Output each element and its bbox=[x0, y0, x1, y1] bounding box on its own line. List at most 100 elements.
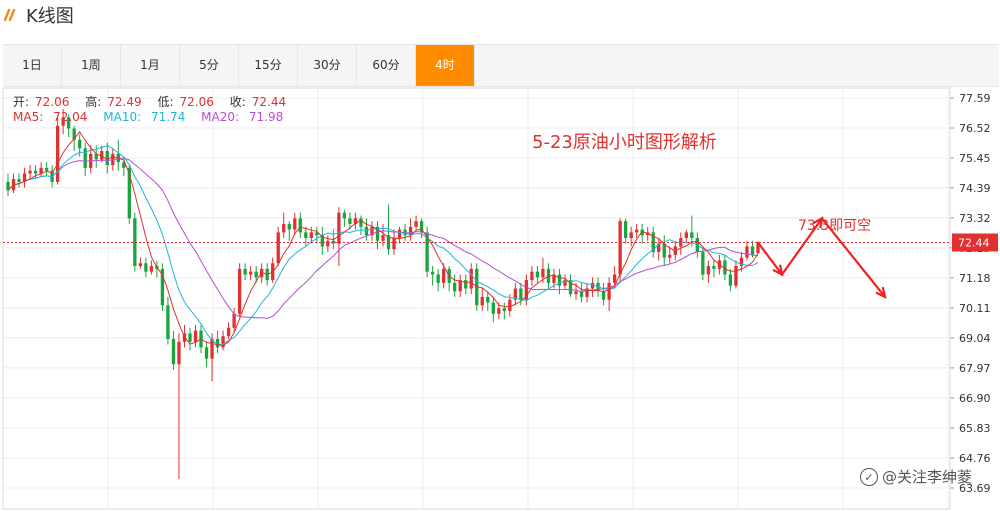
candle-body bbox=[193, 330, 198, 342]
y-tick-label: 74.39 bbox=[959, 182, 991, 195]
candle-body bbox=[188, 333, 192, 342]
candle-body bbox=[480, 296, 484, 306]
ma10-label: MA10: bbox=[103, 110, 142, 124]
candle-body bbox=[690, 232, 694, 239]
tab-5min[interactable]: 5分 bbox=[180, 45, 239, 86]
candle-body bbox=[55, 125, 60, 182]
candle-body bbox=[436, 274, 440, 283]
current-price-label: 72.44 bbox=[958, 236, 990, 249]
ma5-value: 72.04 bbox=[53, 110, 88, 124]
y-tick-label: 69.04 bbox=[959, 332, 991, 345]
candle-body bbox=[276, 232, 280, 264]
y-tick-label: 75.45 bbox=[959, 152, 991, 165]
ohlc-readout: 开: 72.06 高: 72.49 低: 72.06 收: 72.44 bbox=[13, 93, 298, 110]
y-tick-label: 73.32 bbox=[959, 212, 991, 225]
candle-body bbox=[326, 240, 330, 247]
candle-body bbox=[486, 296, 490, 303]
candle-body bbox=[728, 274, 733, 286]
candle-body bbox=[210, 339, 214, 359]
candle-body bbox=[309, 232, 313, 239]
tab-60min[interactable]: 60分 bbox=[357, 45, 416, 86]
ma5-label: MA5: bbox=[13, 110, 44, 124]
candle-body bbox=[282, 223, 286, 233]
candle-body bbox=[166, 305, 170, 340]
candle-body bbox=[364, 226, 369, 236]
watermark-text: @关注李绅菱 bbox=[882, 468, 973, 486]
candle-body bbox=[590, 282, 595, 289]
candle-body bbox=[138, 263, 143, 267]
candle-body bbox=[381, 235, 385, 241]
candle-body bbox=[541, 268, 545, 278]
high-value: 72.49 bbox=[107, 95, 142, 109]
candle-body bbox=[706, 266, 711, 275]
candle-body bbox=[392, 238, 396, 250]
candle-body bbox=[430, 271, 435, 275]
candle-body bbox=[601, 291, 606, 300]
y-tick-label: 64.76 bbox=[959, 452, 991, 465]
candle-body bbox=[750, 246, 755, 255]
kline-chart[interactable]: 77.5976.5275.4574.3973.3272.2571.1870.11… bbox=[0, 86, 1000, 511]
candle-body bbox=[342, 212, 347, 219]
candle-body bbox=[668, 254, 672, 258]
app-header: K线图 bbox=[0, 0, 1000, 30]
candle-body bbox=[607, 282, 611, 300]
candle-body bbox=[635, 229, 639, 233]
candle-body bbox=[508, 299, 512, 311]
y-tick-label: 67.97 bbox=[959, 362, 991, 375]
y-tick-label: 66.90 bbox=[959, 392, 991, 405]
tab-4hour[interactable]: 4时 bbox=[416, 45, 475, 86]
close-label: 收: bbox=[229, 95, 246, 109]
candle-body bbox=[397, 229, 402, 239]
candle-body bbox=[105, 151, 109, 166]
low-label: 低: bbox=[157, 95, 174, 109]
candle-body bbox=[204, 347, 209, 359]
candle-body bbox=[745, 246, 749, 258]
low-value: 72.06 bbox=[179, 95, 214, 109]
candle-body bbox=[243, 268, 247, 275]
candle-body bbox=[248, 271, 253, 275]
candle-body bbox=[469, 268, 473, 289]
social-logo-icon: ✓ bbox=[860, 467, 878, 486]
candle-body bbox=[177, 341, 181, 365]
candle-body bbox=[623, 221, 628, 239]
candle-body bbox=[337, 212, 341, 244]
candle-body bbox=[83, 148, 87, 168]
ma10-value: 71.74 bbox=[150, 110, 186, 124]
tab-1day[interactable]: 1日 bbox=[3, 45, 62, 86]
forecast-label: 73.3即可空 bbox=[798, 218, 871, 234]
candle-body bbox=[712, 266, 716, 269]
y-tick-label: 70.11 bbox=[959, 302, 991, 315]
tab-30min[interactable]: 30分 bbox=[298, 45, 357, 86]
candle-body bbox=[28, 170, 32, 174]
app-title: K线图 bbox=[26, 6, 74, 27]
analysis-title: 5-23原油小时图形解析 bbox=[532, 132, 717, 153]
candle-body bbox=[618, 221, 622, 275]
y-tick-label: 76.52 bbox=[959, 122, 991, 135]
open-value: 72.06 bbox=[35, 95, 70, 109]
ma-readout: MA5: 72.04 MA10: 71.74 MA20: 71.98 bbox=[13, 110, 295, 124]
candle-body bbox=[78, 139, 82, 149]
candle-body bbox=[579, 291, 584, 297]
candle-body bbox=[684, 232, 688, 239]
tab-1week[interactable]: 1周 bbox=[62, 45, 121, 86]
candle-body bbox=[149, 266, 154, 272]
candle-body bbox=[701, 252, 705, 275]
candle-body bbox=[254, 271, 258, 278]
candle-body bbox=[287, 223, 291, 230]
open-label: 开: bbox=[13, 95, 30, 109]
candle-body bbox=[519, 288, 523, 300]
y-tick-label: 77.59 bbox=[959, 92, 991, 105]
candle-body bbox=[237, 268, 242, 314]
candle-body bbox=[293, 218, 297, 230]
candle-body bbox=[17, 179, 21, 182]
close-value: 72.44 bbox=[251, 95, 287, 109]
tab-15min[interactable]: 15分 bbox=[239, 45, 298, 86]
tab-1month[interactable]: 1月 bbox=[121, 45, 180, 86]
candle-body bbox=[574, 291, 578, 295]
candle-body bbox=[33, 170, 38, 174]
candle-body bbox=[491, 302, 495, 314]
candle-body bbox=[226, 327, 231, 337]
high-label: 高: bbox=[85, 95, 102, 109]
candle-body bbox=[464, 280, 468, 289]
candle-body bbox=[497, 308, 501, 314]
